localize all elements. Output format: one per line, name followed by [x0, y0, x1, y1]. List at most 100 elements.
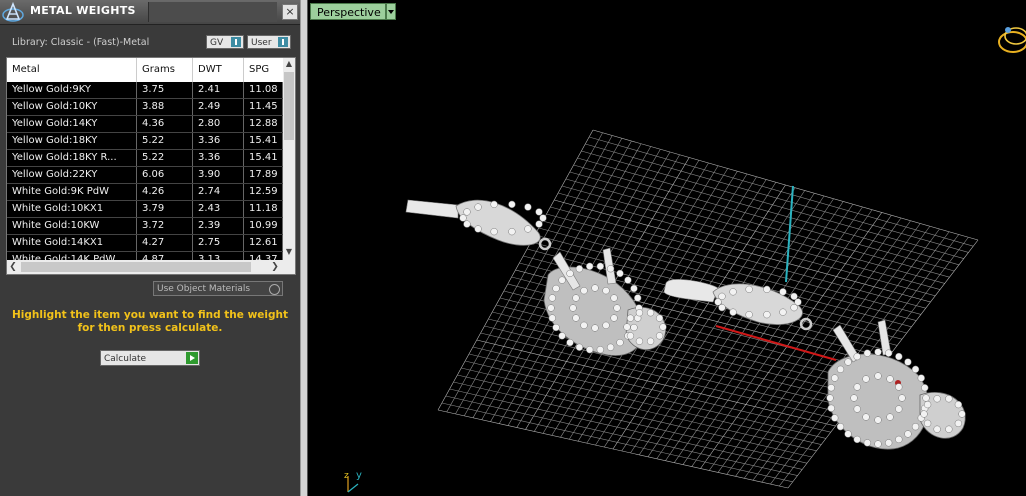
earring-model-left[interactable] [405, 199, 667, 356]
column-header-spg[interactable]: SPG [244, 58, 283, 82]
perspective-viewport[interactable]: z y Perspective [308, 0, 1026, 496]
bead [945, 425, 953, 433]
horizontal-scrollbar[interactable]: ❮ ❯ [7, 260, 295, 274]
panel-splitter[interactable] [300, 0, 308, 496]
bead [566, 338, 574, 347]
bead [831, 374, 839, 382]
bead [646, 309, 655, 317]
vertical-scroll-thumb[interactable] [284, 72, 294, 140]
bead [606, 343, 615, 351]
bead [836, 365, 845, 373]
bead [508, 227, 516, 236]
grid-line [445, 395, 798, 476]
table-row[interactable]: Yellow Gold:18KY 5.22 3.36 15.41 [7, 133, 283, 150]
bead [524, 225, 532, 233]
bead [630, 284, 638, 293]
bead [602, 321, 610, 329]
bead [558, 332, 566, 340]
bead [580, 321, 588, 329]
table-cell-spg: 11.18 [244, 201, 283, 217]
bead [566, 269, 574, 278]
bead [459, 214, 467, 222]
bead [827, 404, 835, 412]
table-body: Yellow Gold:9KY 3.75 2.41 11.08 Yellow Gold:… [7, 82, 283, 269]
bead [463, 220, 471, 228]
bead [548, 314, 556, 322]
bead [552, 323, 560, 332]
table-row[interactable]: White Gold:10KW 3.72 2.39 10.99 [7, 218, 283, 235]
bead [626, 332, 635, 340]
bead [844, 430, 852, 438]
column-header-grams[interactable]: Grams [137, 58, 193, 82]
bead [862, 375, 870, 383]
table-cell-metal: White Gold:14KX1 [7, 235, 137, 251]
bead [895, 383, 903, 391]
bead [616, 338, 624, 347]
column-header-metal[interactable]: Metal [7, 58, 137, 82]
table-cell-spg: 15.41 [244, 150, 283, 166]
view-mode-dropdown-icon[interactable] [386, 3, 396, 20]
bead [923, 400, 932, 409]
table-row[interactable]: Yellow Gold:9KY 3.75 2.41 11.08 [7, 82, 283, 99]
table-cell-grams: 4.36 [137, 116, 193, 132]
table-row[interactable]: White Gold:10KX1 3.79 2.43 11.18 [7, 201, 283, 218]
scene-canvas[interactable]: z y [308, 0, 1026, 496]
gv-dropdown[interactable]: GV [206, 35, 244, 49]
bead [862, 413, 870, 421]
earring-model-right[interactable] [663, 279, 966, 450]
bead [958, 410, 966, 418]
scroll-left-icon[interactable]: ❮ [7, 260, 19, 274]
bead [863, 439, 871, 447]
view-mode-tab[interactable]: Perspective [310, 3, 386, 20]
column-header-dwt[interactable]: DWT [193, 58, 244, 82]
table-row[interactable]: White Gold:14KX1 4.27 2.75 12.61 [7, 235, 283, 252]
bead [586, 262, 594, 270]
bead [874, 372, 882, 380]
user-dropdown[interactable]: User [247, 35, 291, 49]
bead [729, 288, 737, 296]
bead [853, 383, 861, 391]
scroll-right-icon[interactable]: ❯ [269, 260, 281, 274]
bead [850, 394, 858, 402]
radio-icon[interactable] [269, 284, 280, 295]
table-cell-metal: White Gold:9K PdW [7, 184, 137, 200]
bead [558, 276, 566, 284]
table-row[interactable]: Yellow Gold:14KY 4.36 2.80 12.88 [7, 116, 283, 133]
calculate-button[interactable]: Calculate [100, 350, 200, 366]
scroll-up-icon[interactable]: ▲ [283, 58, 295, 70]
panel-titlebar[interactable]: METAL WEIGHTS × [0, 0, 300, 25]
table-cell-spg: 11.08 [244, 82, 283, 98]
bead [613, 304, 621, 312]
bead [548, 294, 556, 302]
table-cell-dwt: 2.80 [193, 116, 244, 132]
table-row[interactable]: Yellow Gold:22KY 6.06 3.90 17.89 [7, 167, 283, 184]
calculate-label: Calculate [104, 354, 147, 364]
table-row[interactable]: Yellow Gold:10KY 3.88 2.49 11.45 [7, 99, 283, 116]
table-cell-metal: Yellow Gold:18KY R... [7, 150, 137, 166]
scroll-down-icon[interactable]: ▼ [283, 246, 295, 258]
bead [508, 200, 516, 209]
horizontal-scroll-thumb[interactable] [21, 262, 251, 272]
table-cell-dwt: 2.75 [193, 235, 244, 251]
bead [763, 311, 771, 319]
bead [602, 287, 610, 295]
bead [569, 304, 577, 312]
use-object-materials-option[interactable]: Use Object Materials [153, 281, 283, 296]
table-row[interactable]: Yellow Gold:18KY R... 5.22 3.36 15.41 [7, 150, 283, 167]
table-header: Metal Grams DWT SPG [7, 58, 283, 82]
bead [885, 439, 893, 447]
bead [898, 394, 906, 402]
navigation-gizmo-icon[interactable] [998, 27, 1026, 53]
bead [606, 265, 615, 273]
bead [616, 269, 624, 278]
bead [635, 337, 644, 345]
table-row[interactable]: White Gold:9K PdW 4.26 2.74 12.59 [7, 184, 283, 201]
table-cell-spg: 11.45 [244, 99, 283, 115]
table-cell-dwt: 2.43 [193, 201, 244, 217]
vertical-scrollbar[interactable]: ▲ ▼ [283, 58, 295, 260]
close-button[interactable]: × [282, 4, 298, 20]
table-cell-metal: Yellow Gold:18KY [7, 133, 137, 149]
dropdown-arrow-icon [278, 37, 288, 47]
bead [626, 314, 635, 322]
table-cell-dwt: 2.49 [193, 99, 244, 115]
